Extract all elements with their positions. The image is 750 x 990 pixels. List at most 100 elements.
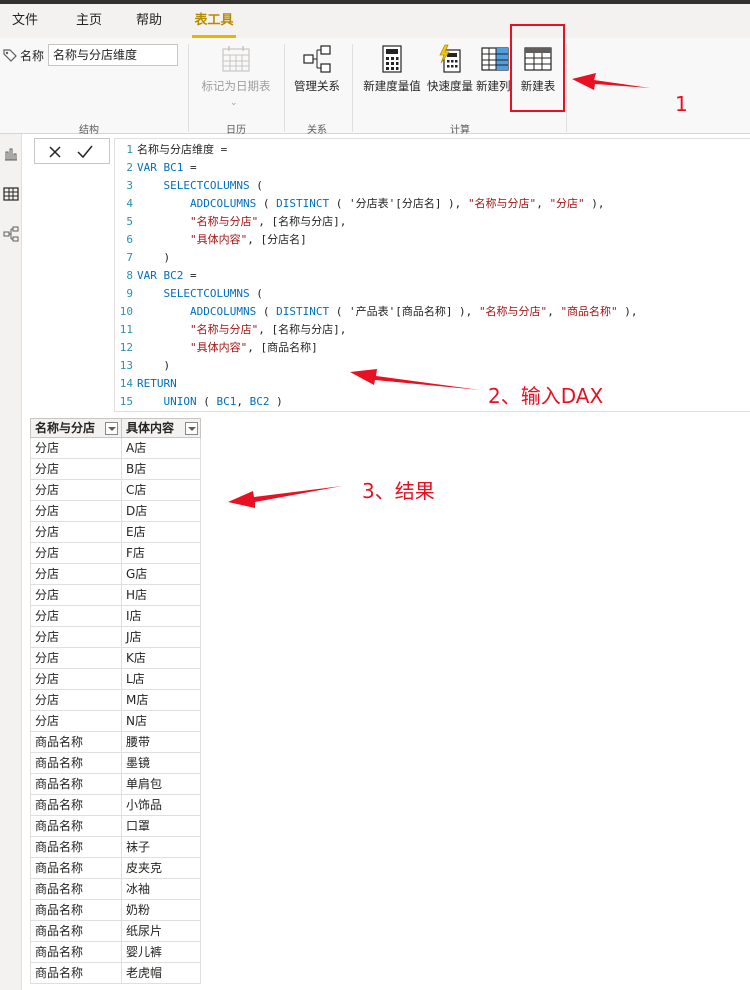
table-cell: L店 — [126, 672, 145, 686]
quick-measure-icon — [439, 44, 461, 73]
table-row[interactable]: 商品名称 小饰品 — [30, 795, 201, 816]
table-row[interactable]: 商品名称 单肩包 — [30, 774, 201, 795]
table-name-row: 名称 名称与分店维度 — [0, 44, 179, 66]
new-measure-button[interactable]: 新建度量值 — [360, 44, 424, 94]
table-row[interactable]: 分店 D店 — [30, 501, 201, 522]
report-view-icon[interactable] — [3, 146, 19, 162]
table-cell: G店 — [126, 567, 148, 581]
line-number: 12 — [119, 341, 133, 354]
table-cell: 分店 — [31, 669, 122, 689]
manage-relationships-label: 管理关系 — [294, 79, 340, 93]
table-row[interactable]: 商品名称 冰袖 — [30, 879, 201, 900]
tab-home[interactable]: 主页 — [64, 4, 114, 38]
table-row[interactable]: 分店 N店 — [30, 711, 201, 732]
group-label-structure: 结构 — [79, 125, 99, 136]
ribbon: 名称 名称与分店维度 结构 标记为日期表 ⌄ 日历 管理关系 关系 新建度量值 … — [0, 38, 750, 136]
data-view-icon[interactable] — [3, 186, 19, 202]
quick-measure-button[interactable]: 快速度量 — [424, 44, 476, 94]
table-row[interactable]: 分店 I店 — [30, 606, 201, 627]
code-text: VAR BC2 = — [137, 269, 197, 282]
view-switcher-nav — [0, 134, 22, 990]
table-cell: 冰袖 — [126, 882, 151, 896]
table-name-input[interactable]: 名称与分店维度 — [48, 44, 179, 66]
table-row[interactable]: 商品名称 老虎帽 — [30, 963, 201, 984]
table-row[interactable]: 分店 H店 — [30, 585, 201, 606]
line-number: 15 — [119, 395, 133, 408]
code-text: ADDCOLUMNS ( DISTINCT ( '产品表'[商品名称] ), "… — [189, 305, 638, 318]
line-number: 9 — [126, 287, 133, 300]
annotation-step1: 1 — [675, 92, 688, 116]
table-row[interactable]: 商品名称 腰带 — [30, 732, 201, 753]
chevron-down-icon[interactable]: ⌄ — [230, 98, 238, 108]
table-row[interactable]: 商品名称 皮夹克 — [30, 858, 201, 879]
new-column-button[interactable]: 新建列 — [476, 44, 514, 94]
dax-formula-editor[interactable]: 1 名称与分店维度 = 2 VAR BC1 = 3 SELECTCOLUMNS (4 A… — [114, 138, 750, 412]
arrow-step3 — [228, 486, 342, 508]
group-separator — [188, 44, 189, 132]
table-row[interactable]: 分店 F店 — [30, 543, 201, 564]
table-cell: N店 — [126, 714, 147, 728]
code-text: ADDCOLUMNS ( DISTINCT ( '分店表'[分店名] ), "名… — [189, 197, 605, 210]
table-row[interactable]: 分店 M店 — [30, 690, 201, 711]
table-cell: 分店 — [31, 459, 122, 479]
filter-dropdown-icon[interactable] — [185, 422, 198, 435]
line-number: 3 — [126, 179, 133, 192]
cancel-formula-icon[interactable] — [45, 142, 65, 162]
code-text: "名称与分店", [名称与分店], — [189, 323, 347, 336]
table-row[interactable]: 商品名称 墨镜 — [30, 753, 201, 774]
new-measure-label: 新建度量值 — [363, 79, 421, 93]
code-text: SELECTCOLUMNS ( — [163, 179, 263, 192]
table-cell: 商品名称 — [31, 858, 122, 878]
relationships-icon — [303, 45, 331, 73]
tab-help[interactable]: 帮助 — [124, 4, 174, 38]
line-number: 11 — [119, 323, 133, 336]
table-row[interactable]: 分店 B店 — [30, 459, 201, 480]
table-cell: 分店 — [31, 501, 122, 521]
table-row[interactable]: 分店 G店 — [30, 564, 201, 585]
calculator-icon — [382, 45, 402, 73]
table-cell: 腰带 — [126, 735, 151, 749]
group-separator — [566, 44, 567, 132]
table-cell: F店 — [126, 546, 145, 560]
table-cell: 商品名称 — [31, 753, 122, 773]
table-row[interactable]: 分店 E店 — [30, 522, 201, 543]
table-row[interactable]: 分店 K店 — [30, 648, 201, 669]
table-row[interactable]: 商品名称 纸尿片 — [30, 921, 201, 942]
group-label-calc: 计算 — [450, 125, 470, 136]
table-cell: 分店 — [31, 522, 122, 542]
manage-relationships-button[interactable]: 管理关系 — [289, 44, 345, 94]
table-row[interactable]: 商品名称 口罩 — [30, 816, 201, 837]
table-cell: A店 — [126, 441, 147, 455]
filter-dropdown-icon[interactable] — [105, 422, 118, 435]
model-view-icon[interactable] — [3, 226, 19, 242]
mark-date-table-button[interactable]: 标记为日期表 — [196, 44, 276, 94]
table-cell: K店 — [126, 651, 146, 665]
table-cell: 老虎帽 — [126, 966, 163, 980]
table-cell: 分店 — [31, 627, 122, 647]
table-cell: E店 — [126, 525, 146, 539]
group-separator — [352, 44, 353, 132]
line-number: 8 — [126, 269, 133, 282]
annotation-step3: 3、结果 — [362, 479, 435, 503]
group-separator — [284, 44, 285, 132]
table-row[interactable]: 商品名称 奶粉 — [30, 900, 201, 921]
code-text: "具体内容", [分店名] — [189, 233, 307, 246]
line-number: 10 — [119, 305, 133, 318]
code-text: 名称与分店维度 = — [137, 143, 228, 156]
table-row[interactable]: 分店 J店 — [30, 627, 201, 648]
tab-table-tools[interactable]: 表工具 — [184, 4, 244, 38]
column-header[interactable]: 具体内容 — [122, 419, 202, 438]
code-text: "具体内容", [商品名称] — [189, 341, 318, 354]
group-label-relations: 关系 — [307, 125, 327, 136]
tab-file[interactable]: 文件 — [0, 4, 50, 38]
line-number: 14 — [119, 377, 133, 390]
table-row[interactable]: 分店 A店 — [30, 438, 201, 459]
table-row[interactable]: 商品名称 婴儿裤 — [30, 942, 201, 963]
table-row[interactable]: 商品名称 袜子 — [30, 837, 201, 858]
commit-formula-icon[interactable] — [75, 142, 95, 162]
column-header[interactable]: 名称与分店 — [31, 419, 122, 438]
table-cell: 皮夹克 — [126, 861, 163, 875]
table-row[interactable]: 分店 C店 — [30, 480, 201, 501]
calendar-table-icon — [222, 46, 250, 72]
table-row[interactable]: 分店 L店 — [30, 669, 201, 690]
